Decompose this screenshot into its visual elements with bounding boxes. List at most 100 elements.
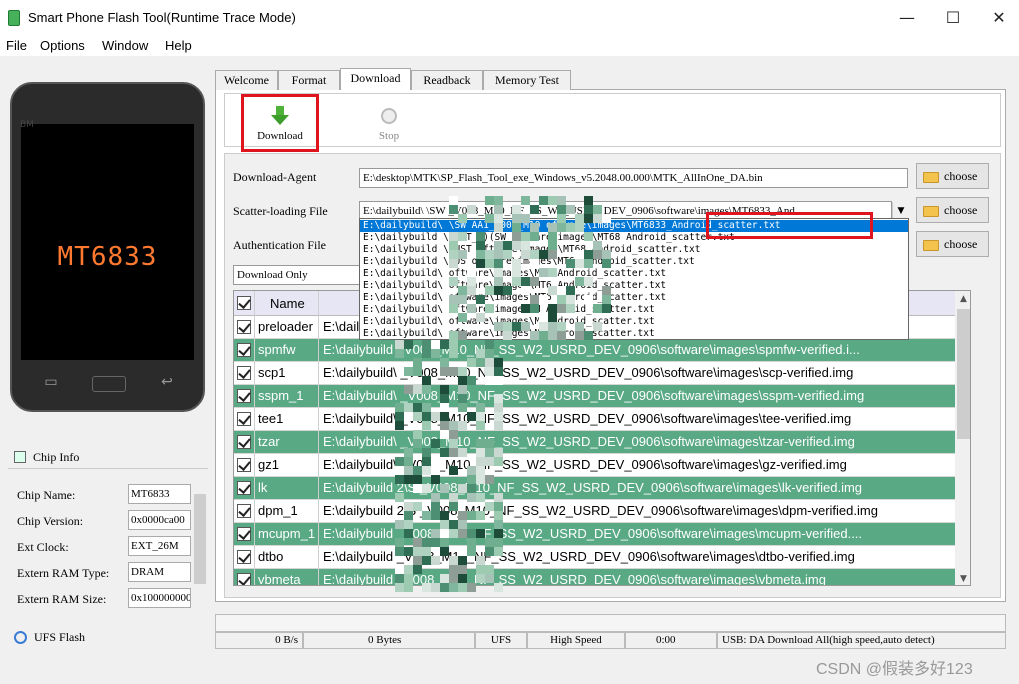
- column-name-header: Name: [270, 296, 305, 311]
- tab-format[interactable]: Format: [278, 70, 340, 90]
- menu-help[interactable]: Help: [165, 38, 192, 53]
- minimize-button[interactable]: —: [885, 4, 929, 32]
- mode-select[interactable]: Download Only: [233, 265, 360, 285]
- mosaic-pixel: [494, 547, 503, 556]
- mosaic-pixel: [413, 367, 422, 376]
- chip-info-icon: [14, 451, 26, 463]
- menu-options[interactable]: Options: [40, 38, 85, 53]
- mosaic-pixel: [476, 349, 485, 358]
- table-scrollbar[interactable]: ▲ ▼: [955, 291, 970, 585]
- download-button[interactable]: Download: [242, 96, 318, 152]
- row-checkbox[interactable]: [237, 527, 251, 541]
- column-divider: [318, 291, 319, 316]
- download-arrow-icon: [271, 106, 289, 125]
- chip-version-value: 0x0000ca00: [128, 510, 191, 530]
- mosaic-pixel: [512, 277, 521, 286]
- mosaic-pixel: [566, 259, 575, 268]
- scroll-up-icon[interactable]: ▲: [955, 291, 970, 307]
- mosaic-pixel: [521, 322, 530, 331]
- mosaic-pixel: [485, 376, 494, 385]
- mosaic-pixel: [395, 457, 404, 466]
- menu-window[interactable]: Window: [102, 38, 148, 53]
- back-key-icon: ↩: [161, 374, 173, 390]
- row-checkbox[interactable]: [237, 320, 251, 334]
- mosaic-pixel: [593, 322, 602, 331]
- mosaic-pixel: [539, 313, 548, 322]
- mosaic-pixel: [458, 421, 467, 430]
- chip-version-label: Chip Version:: [17, 514, 84, 528]
- phone-image: BM MT6833 ▭ ↩: [10, 82, 205, 412]
- mosaic-pixel: [494, 376, 503, 385]
- tab-readback[interactable]: Readback: [411, 70, 483, 90]
- column-divider: [254, 546, 255, 569]
- table-scroll-thumb[interactable]: [957, 309, 970, 439]
- row-checkbox[interactable]: [237, 458, 251, 472]
- mosaic-pixel: [404, 385, 413, 394]
- mosaic-pixel: [431, 583, 440, 592]
- row-checkbox[interactable]: [237, 435, 251, 449]
- row-checkbox[interactable]: [237, 343, 251, 357]
- mosaic-pixel: [548, 241, 557, 250]
- mosaic-pixel: [566, 286, 575, 295]
- tab-memory-test[interactable]: Memory Test: [483, 70, 571, 90]
- mosaic-pixel: [458, 484, 467, 493]
- choose-scatter-button[interactable]: choose: [916, 197, 989, 223]
- choose-auth-button[interactable]: choose: [916, 231, 989, 257]
- select-all-checkbox[interactable]: [237, 296, 251, 310]
- column-divider: [318, 500, 319, 523]
- row-checkbox[interactable]: [237, 573, 251, 585]
- column-divider: [318, 339, 319, 362]
- mosaic-pixel: [458, 286, 467, 295]
- mosaic-pixel: [566, 304, 575, 313]
- tab-download[interactable]: Download: [340, 68, 411, 90]
- scroll-down-icon[interactable]: ▼: [955, 571, 970, 585]
- mosaic-pixel: [593, 205, 602, 214]
- chip-info-scroll-thumb[interactable]: [194, 494, 206, 584]
- auth-file-label: Authentication File: [233, 238, 326, 252]
- mosaic-pixel: [413, 556, 422, 565]
- mosaic-pixel: [584, 277, 593, 286]
- stop-button[interactable]: Stop: [351, 96, 427, 152]
- mosaic-pixel: [449, 493, 458, 502]
- column-divider: [254, 477, 255, 500]
- close-button[interactable]: ✕: [977, 4, 1019, 32]
- mosaic-pixel: [584, 331, 593, 340]
- status-bar: 0 B/s 0 Bytes UFS High Speed 0:00 USB: D…: [215, 632, 1006, 649]
- maximize-button[interactable]: ☐: [931, 4, 975, 32]
- row-checkbox[interactable]: [237, 504, 251, 518]
- mosaic-pixel: [422, 466, 431, 475]
- mosaic-pixel: [395, 403, 404, 412]
- mosaic-pixel: [404, 520, 413, 529]
- mosaic-pixel: [584, 232, 593, 241]
- download-agent-input[interactable]: E:\desktop\MTK\SP_Flash_Tool_exe_Windows…: [359, 168, 908, 188]
- tab-welcome[interactable]: Welcome: [215, 70, 278, 90]
- mosaic-pixel: [440, 574, 449, 583]
- mosaic-pixel: [422, 412, 431, 421]
- mosaic-pixel: [413, 358, 422, 367]
- row-name: preloader: [258, 319, 313, 334]
- row-checkbox[interactable]: [237, 389, 251, 403]
- mosaic-pixel: [422, 547, 431, 556]
- mosaic-pixel: [485, 358, 494, 367]
- mosaic-pixel: [458, 313, 467, 322]
- menu-file[interactable]: File: [6, 38, 27, 53]
- row-checkbox[interactable]: [237, 481, 251, 495]
- mosaic-pixel: [602, 286, 611, 295]
- mosaic-pixel: [485, 457, 494, 466]
- row-checkbox[interactable]: [237, 550, 251, 564]
- mosaic-pixel: [404, 511, 413, 520]
- mosaic-pixel: [449, 205, 458, 214]
- mosaic-pixel: [512, 205, 521, 214]
- mosaic-pixel: [449, 502, 458, 511]
- mosaic-pixel: [575, 259, 584, 268]
- choose-da-button[interactable]: choose: [916, 163, 989, 189]
- row-checkbox[interactable]: [237, 366, 251, 380]
- mosaic-pixel: [494, 250, 503, 259]
- ufs-icon: [14, 631, 27, 644]
- mosaic-pixel: [485, 250, 494, 259]
- row-checkbox[interactable]: [237, 412, 251, 426]
- chip-info-scrollbar[interactable]: [192, 478, 208, 618]
- mosaic-pixel: [422, 457, 431, 466]
- status-usb: USB: DA Download All(high speed,auto det…: [717, 632, 1006, 649]
- column-divider: [318, 362, 319, 385]
